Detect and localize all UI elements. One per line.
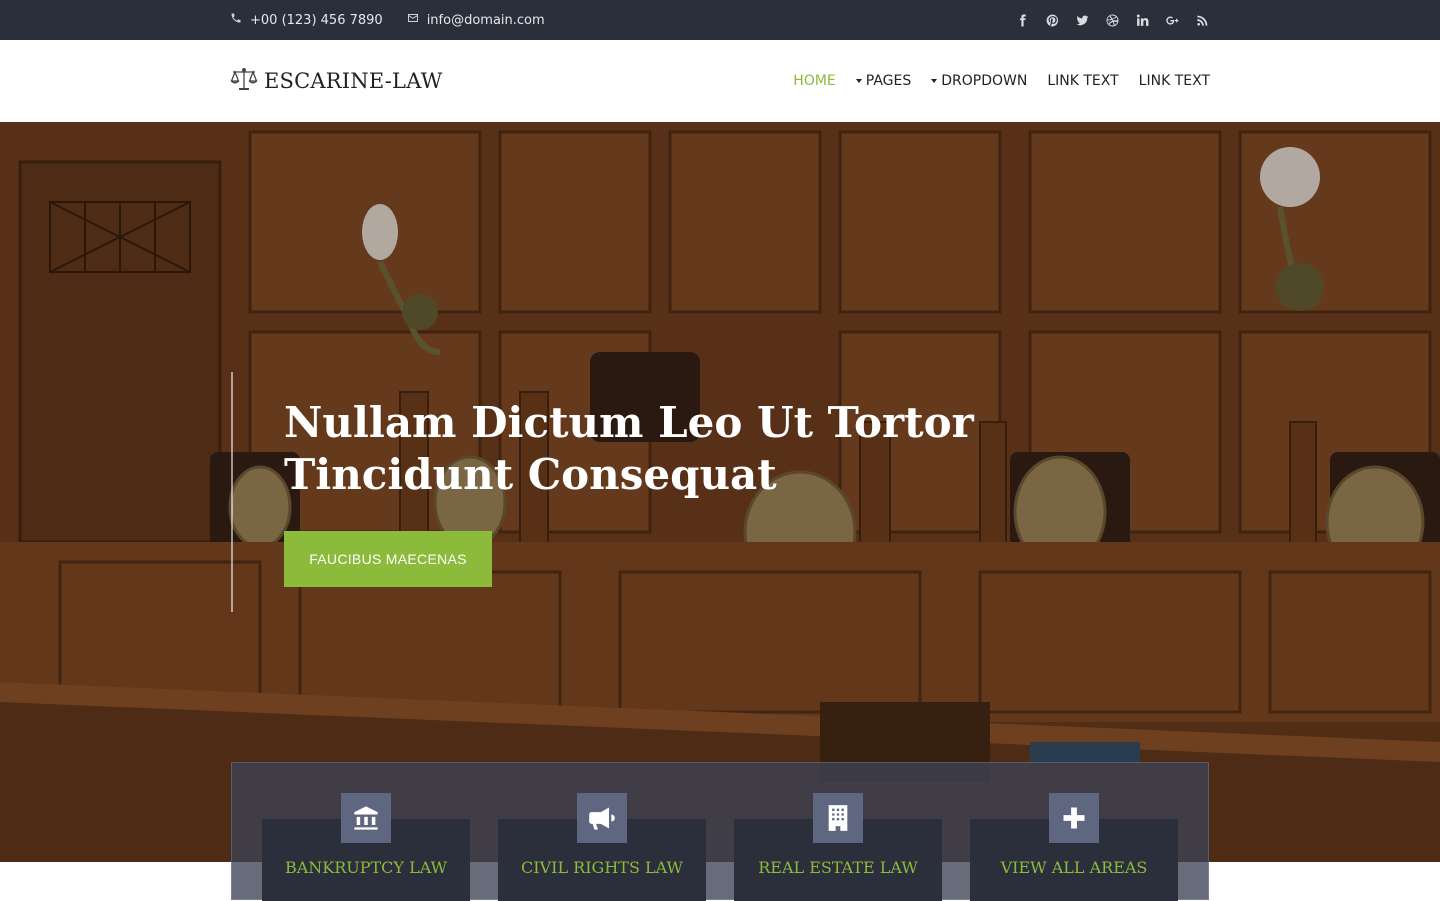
phone-number: +00 (123) 456 7890 bbox=[250, 12, 383, 28]
hero-cta-button[interactable]: FAUCIBUS MAECENAS bbox=[284, 531, 492, 587]
bank-icon bbox=[341, 793, 391, 843]
facebook-icon[interactable] bbox=[1014, 12, 1030, 28]
caret-down-icon bbox=[855, 79, 862, 83]
rss-icon[interactable] bbox=[1194, 12, 1210, 28]
area-label: VIEW ALL AREAS bbox=[1000, 858, 1148, 877]
hero-title: Nullam Dictum Leo Ut Tortor Tincidunt Co… bbox=[284, 397, 984, 501]
scales-of-justice-icon bbox=[230, 67, 258, 95]
nav-label: PAGES bbox=[865, 73, 912, 89]
logo[interactable]: ESCARINE-LAW bbox=[230, 40, 443, 122]
envelope-icon bbox=[407, 12, 419, 28]
hero-title-line-2: Tincidunt Consequat bbox=[284, 450, 777, 499]
social-links bbox=[1014, 0, 1210, 40]
nav-label: LINK TEXT bbox=[1047, 73, 1119, 89]
nav-label: HOME bbox=[793, 73, 836, 89]
nav-dropdown[interactable]: DROPDOWN bbox=[931, 73, 1027, 89]
area-label: REAL ESTATE LAW bbox=[758, 858, 918, 877]
linkedin-icon[interactable] bbox=[1134, 12, 1150, 28]
email-address: info@domain.com bbox=[426, 12, 545, 28]
phone-icon bbox=[230, 12, 242, 28]
twitter-icon[interactable] bbox=[1074, 12, 1090, 28]
practice-areas: BANKRUPTCY LAW CIVIL RIGHTS LAW REAL EST… bbox=[231, 762, 1209, 901]
email-contact[interactable]: info@domain.com bbox=[407, 12, 545, 28]
nav-label: LINK TEXT bbox=[1138, 73, 1210, 89]
nav-link-text-1[interactable]: LINK TEXT bbox=[1047, 73, 1118, 89]
top-bar: +00 (123) 456 7890 info@domain.com bbox=[0, 0, 1440, 40]
nav-link-text-2[interactable]: LINK TEXT bbox=[1139, 73, 1210, 89]
nav-pages[interactable]: PAGES bbox=[855, 73, 912, 89]
building-icon bbox=[813, 793, 863, 843]
megaphone-icon bbox=[577, 793, 627, 843]
nav-label: DROPDOWN bbox=[941, 73, 1028, 89]
phone-contact[interactable]: +00 (123) 456 7890 bbox=[230, 12, 383, 28]
main-nav: HOME PAGES DROPDOWN LINK TEXT LINK TEXT bbox=[793, 40, 1210, 122]
hero-accent-line bbox=[231, 372, 233, 612]
hero-title-line-1: Nullam Dictum Leo Ut Tortor bbox=[284, 398, 974, 447]
logo-text: ESCARINE-LAW bbox=[264, 69, 443, 93]
area-label: BANKRUPTCY LAW bbox=[284, 858, 448, 877]
hero-banner: Nullam Dictum Leo Ut Tortor Tincidunt Co… bbox=[0, 122, 1440, 862]
caret-down-icon bbox=[931, 79, 938, 83]
pinterest-icon[interactable] bbox=[1044, 12, 1060, 28]
contact-info: +00 (123) 456 7890 info@domain.com bbox=[230, 0, 545, 40]
site-header: ESCARINE-LAW HOME PAGES DROPDOWN LINK TE… bbox=[0, 40, 1440, 122]
area-label: CIVIL RIGHTS LAW bbox=[521, 858, 683, 877]
plus-icon bbox=[1049, 793, 1099, 843]
nav-home[interactable]: HOME bbox=[793, 73, 835, 89]
google-plus-icon[interactable] bbox=[1164, 12, 1180, 28]
dribbble-icon[interactable] bbox=[1104, 12, 1120, 28]
